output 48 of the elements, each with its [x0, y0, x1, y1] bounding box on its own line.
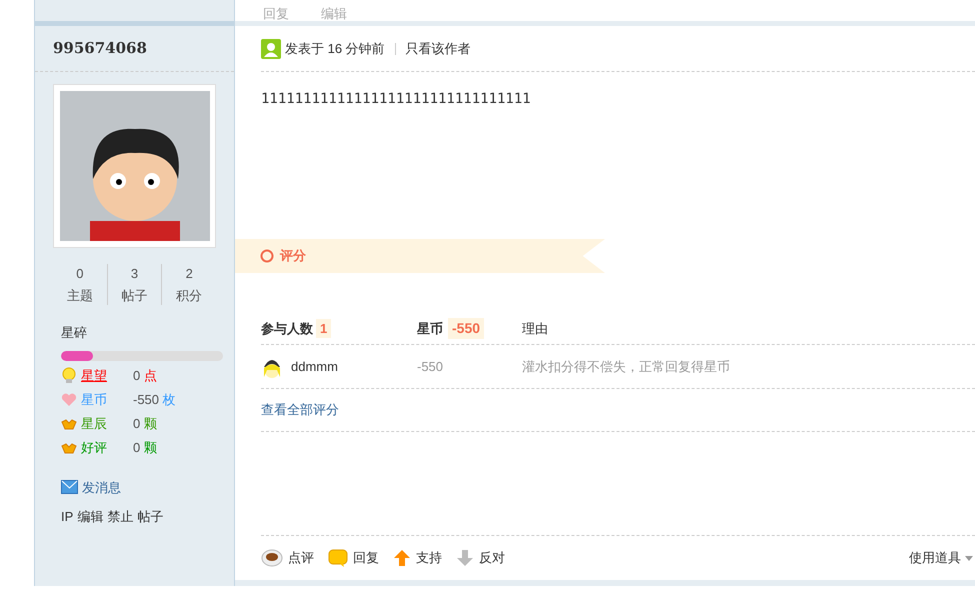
stat-label: 积分 [176, 286, 202, 304]
stat-value[interactable]: 2 [186, 264, 193, 284]
post-action-link[interactable]: 回复 [328, 548, 379, 568]
coin-total: -550 [448, 318, 484, 339]
rater-name[interactable]: ddmmm [291, 356, 338, 376]
lightbulb-icon [61, 367, 77, 385]
avatar-frame[interactable] [53, 84, 216, 248]
column-heading: 理由 [522, 320, 548, 338]
up-arrow-icon [393, 549, 411, 567]
send-message-link[interactable]: 发消息 [82, 478, 121, 497]
column-heading: 参与人数 [261, 320, 313, 338]
circle-icon [260, 249, 274, 263]
column-heading: 星币 [417, 320, 443, 338]
user-icon [261, 38, 281, 58]
ingot-icon [61, 441, 77, 455]
heart-icon [61, 393, 77, 407]
rating-coin: -550 [417, 358, 444, 376]
post-body: 11111111111111111111111111111111 [261, 90, 532, 109]
stat-value[interactable]: 3 [130, 264, 138, 284]
coffee-cup-icon [261, 549, 283, 567]
admin-link[interactable]: 帖子 [137, 507, 164, 526]
envelope-icon [61, 480, 78, 494]
rating-reason: 灌水扣分得不偿失，正常回复得星币 [522, 358, 730, 376]
only-author-link[interactable]: 只看该作者 [406, 38, 471, 58]
credit-value: -550 枚 [133, 391, 176, 410]
down-arrow-icon [456, 549, 474, 567]
rating-title: 评分 [280, 247, 306, 266]
admin-link[interactable]: 编辑 [77, 507, 104, 526]
admin-link[interactable]: 禁止 [107, 507, 134, 526]
stat-label: 主题 [66, 286, 93, 304]
admin-link[interactable]: IP [61, 507, 74, 526]
view-all-ratings-link[interactable]: 查看全部评分 [261, 400, 339, 420]
credit-value: 0 点 [133, 367, 157, 386]
author-name[interactable]: 995674068 [53, 37, 147, 60]
post-action-link[interactable]: 点评 [261, 548, 314, 568]
speech-bubble-icon [328, 549, 348, 567]
use-tools-dropdown[interactable]: 使用道具 [909, 548, 973, 568]
post-action-link[interactable]: 反对 [456, 548, 505, 568]
credit-value: 0 颗 [133, 439, 157, 458]
post-action-link[interactable]: 支持 [393, 548, 442, 568]
credit-value: 0 颗 [133, 415, 157, 434]
participant-count: 1 [316, 318, 332, 338]
post-time: 发表于 16 分钟前 [285, 40, 385, 58]
caret-icon [965, 556, 973, 560]
ingot-icon [61, 417, 77, 431]
user-rank: 星碎 [61, 324, 88, 342]
stat-label: 帖子 [122, 286, 148, 304]
stat-value[interactable]: 0 [76, 264, 84, 284]
